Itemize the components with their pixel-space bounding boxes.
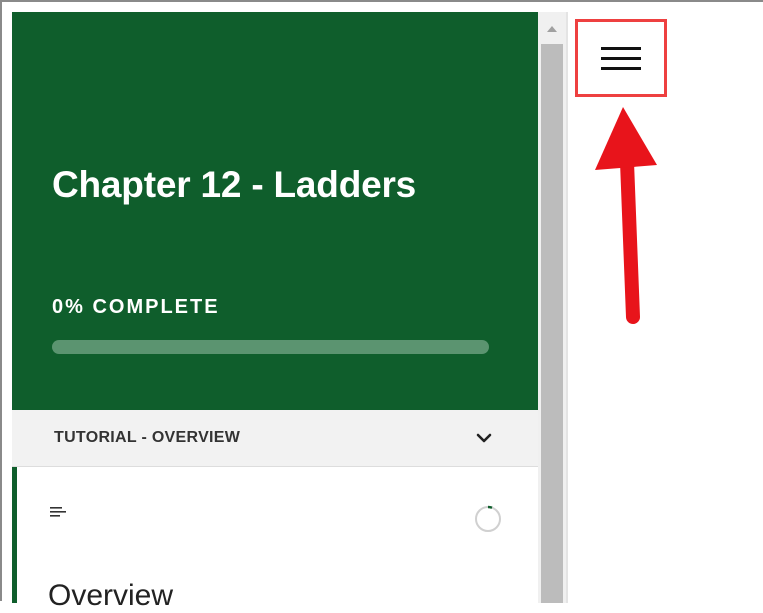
section-title: TUTORIAL - OVERVIEW: [54, 429, 241, 446]
scroll-up-arrow-icon[interactable]: [538, 12, 566, 44]
course-sidebar: Chapter 12 - Ladders 0% COMPLETE TUTORIA…: [12, 12, 538, 612]
hamburger-menu-icon[interactable]: [601, 44, 641, 74]
scrollbar-thumb[interactable]: [541, 44, 563, 603]
app-window: Chapter 12 - Ladders 0% COMPLETE TUTORIA…: [0, 0, 763, 612]
text-lines-icon: [50, 507, 66, 517]
lesson-title: Overview: [48, 579, 174, 612]
course-header: Chapter 12 - Ladders 0% COMPLETE: [12, 12, 538, 410]
loading-circle-icon: [475, 505, 501, 532]
section-header-tutorial-overview[interactable]: TUTORIAL - OVERVIEW: [12, 410, 538, 467]
course-title: Chapter 12 - Ladders: [52, 164, 417, 205]
progress-bar: [52, 340, 489, 354]
content-divider: [566, 12, 568, 603]
chevron-down-icon[interactable]: [474, 428, 494, 448]
sidebar-scrollbar[interactable]: [538, 12, 566, 603]
progress-label: 0% COMPLETE: [52, 296, 220, 318]
menu-toggle-button[interactable]: [575, 19, 667, 97]
lesson-item-overview[interactable]: Overview: [12, 467, 538, 612]
red-arrow-annotation-icon: [595, 107, 657, 324]
